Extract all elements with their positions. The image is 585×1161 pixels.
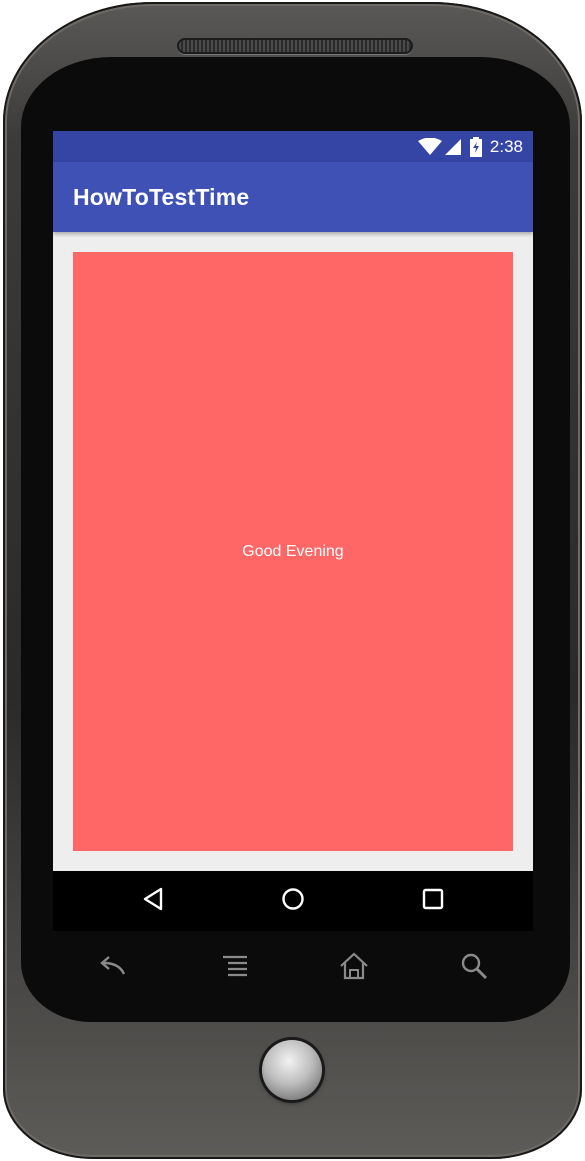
- home-icon: [281, 887, 305, 916]
- back-icon: [95, 954, 127, 983]
- cell-signal-icon: [444, 138, 462, 156]
- battery-charging-icon: [469, 137, 482, 157]
- app-bar: HowToTestTime: [53, 162, 533, 232]
- greeting-panel: Good Evening: [73, 252, 513, 851]
- wifi-icon: [417, 138, 442, 156]
- status-clock: 2:38: [489, 137, 523, 156]
- status-bar: 2:38: [53, 131, 533, 162]
- earpiece-speaker: [177, 38, 413, 54]
- nav-recents-button[interactable]: [418, 886, 448, 916]
- hw-search-button[interactable]: [456, 950, 492, 986]
- device-screen: 2:38 HowToTestTime Good Evening: [53, 131, 533, 931]
- back-icon: [142, 887, 164, 916]
- trackball-button[interactable]: [262, 1040, 322, 1100]
- nav-home-button[interactable]: [278, 886, 308, 916]
- app-title: HowToTestTime: [73, 184, 250, 210]
- hardware-keys: [53, 950, 533, 986]
- menu-icon: [221, 954, 249, 983]
- search-icon: [460, 952, 488, 985]
- hw-menu-button[interactable]: [217, 950, 253, 986]
- nav-back-button[interactable]: [138, 886, 168, 916]
- home-icon: [339, 952, 369, 985]
- hw-home-button[interactable]: [336, 950, 372, 986]
- hw-back-button[interactable]: [93, 950, 129, 986]
- greeting-text: Good Evening: [242, 542, 344, 560]
- navigation-bar: [53, 871, 533, 931]
- recents-icon: [422, 888, 444, 915]
- status-icons: 2:38: [417, 136, 523, 158]
